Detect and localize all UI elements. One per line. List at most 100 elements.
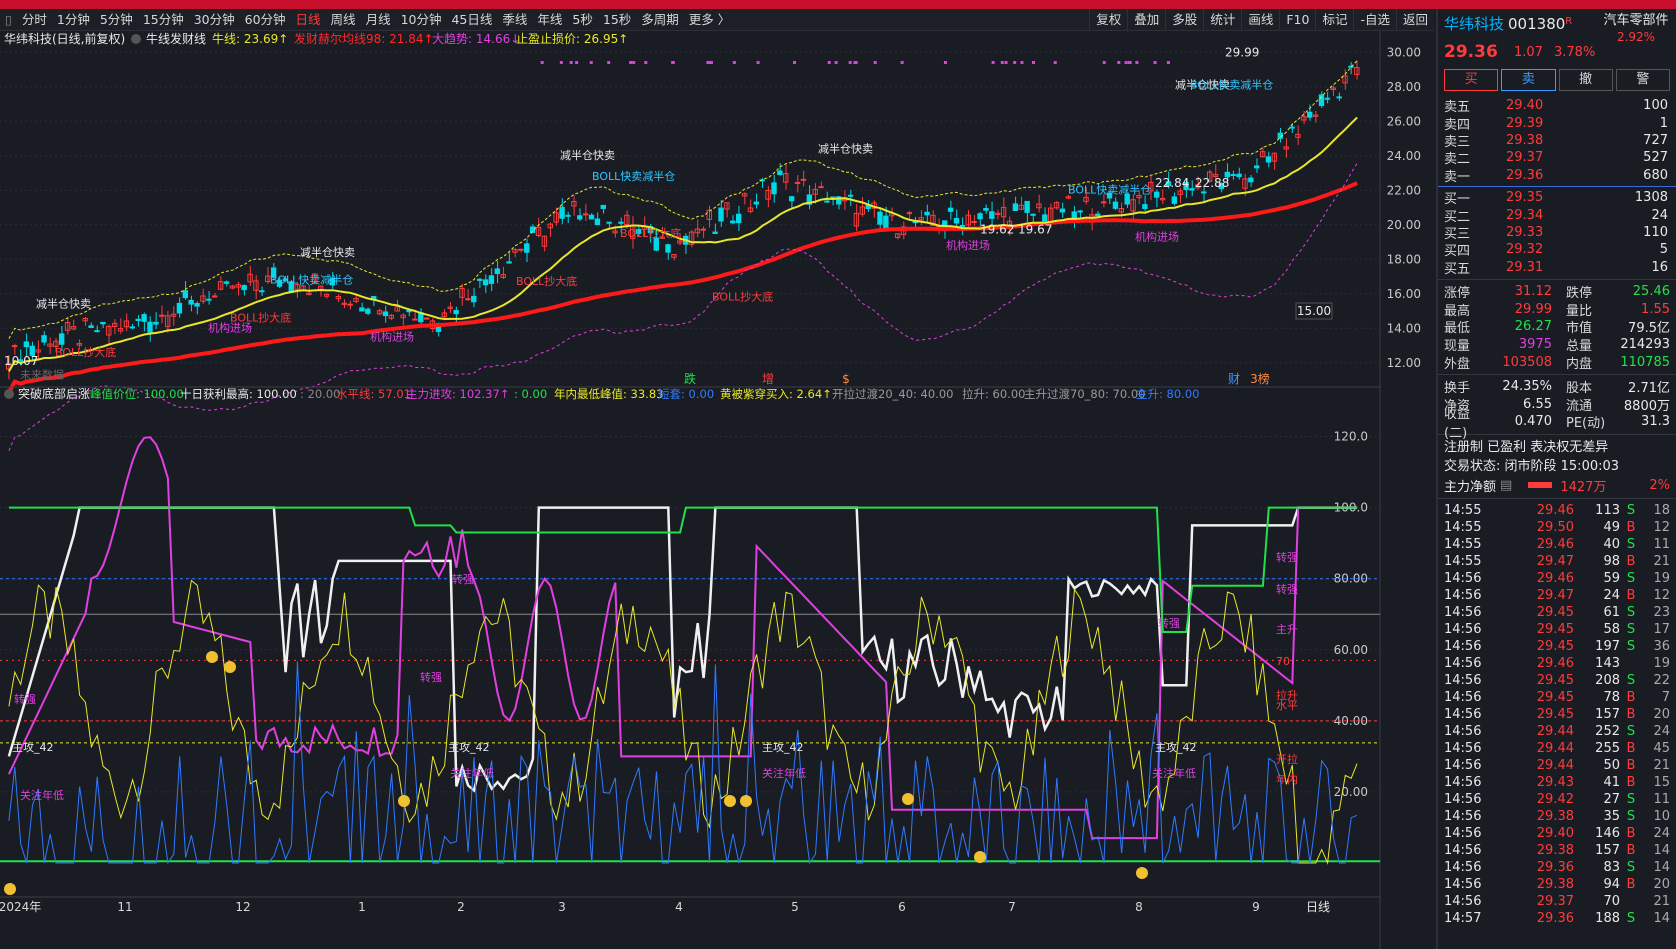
ob-level: 买一 — [1444, 192, 1471, 208]
period-tab[interactable]: 5秒 — [567, 9, 597, 31]
candle-body — [1030, 213, 1036, 216]
flow-toggle-icon[interactable]: ▤ — [1500, 478, 1512, 493]
kline-chart-svg[interactable]: 30.00 28.00 26.00 24.00 22.00 20.00 18.00 16.00… — [0, 31, 1434, 949]
candle-body — [100, 321, 106, 325]
orderbook-row[interactable]: 卖三 29.38 727 — [1438, 132, 1676, 150]
sub-legend-item: 黄被紫穿买入: 2.64↑ — [720, 387, 832, 401]
trade-side: S — [1626, 570, 1636, 586]
trade-time: 14:55 — [1444, 536, 1482, 552]
orderbook-row[interactable]: 买二 29.34 24 — [1438, 206, 1676, 225]
period-tab[interactable]: 季线 — [497, 9, 532, 31]
stat-value: 214293 — [1620, 336, 1670, 352]
industry-tag[interactable]: 汽车零部件 2.92% — [1602, 13, 1670, 45]
toolbar-action[interactable]: 返回 — [1395, 8, 1434, 31]
legend-item: 大趋势: 14.66↓ — [432, 32, 520, 46]
signal-dot — [848, 61, 852, 64]
sub-signal-label: 关注年低 — [1152, 766, 1196, 780]
period-tab[interactable]: 月线 — [361, 9, 396, 31]
stat-value: 6.55 — [1523, 396, 1552, 412]
orderbook-row[interactable]: 卖一 29.36 680 — [1438, 167, 1676, 185]
stat-value: 0.470 — [1514, 414, 1552, 430]
orderbook-row[interactable]: 卖五 29.40 100 — [1438, 97, 1676, 115]
stock-name[interactable]: 华纬科技 — [1444, 15, 1504, 33]
alert-button[interactable]: 警 — [1615, 69, 1670, 91]
menu-icon[interactable]: ▯ — [0, 9, 17, 31]
candle-body — [194, 302, 200, 307]
stat-value: 1.55 — [1641, 301, 1670, 317]
trade-row: 14:55 29.50 49 B 12 — [1438, 519, 1676, 536]
trade-row: 14:56 29.38 94 B 20 — [1438, 876, 1676, 893]
toolbar-action[interactable]: 画线 — [1241, 8, 1279, 31]
trade-ticker[interactable]: 14:55 29.46 113 S 18 14:55 29.50 49 B 12 14:55 29.4… — [1438, 502, 1676, 927]
signal-dot — [540, 61, 544, 64]
period-tab[interactable]: 日线 — [291, 9, 326, 31]
signal-dot — [1053, 61, 1057, 64]
period-tab[interactable]: 年线 — [532, 9, 567, 31]
toolbar-action[interactable]: 统计 — [1203, 8, 1241, 31]
trade-count: 20 — [1653, 706, 1670, 722]
buy-button[interactable]: 买 — [1444, 69, 1499, 91]
period-tab[interactable]: 更多 〉 — [684, 9, 735, 31]
trade-side: B — [1626, 825, 1636, 841]
event-marker: 跌 — [684, 371, 696, 386]
period-tab[interactable]: 30分钟 — [189, 9, 240, 31]
sub-right-label: 年内 — [1276, 772, 1298, 786]
cancel-order-button[interactable]: 撤 — [1558, 69, 1613, 91]
y-tick-label: 28.00 — [1387, 80, 1421, 94]
period-toolbar: ▯ 分时 1分钟 5分钟 15分钟 30分钟 60分钟 日线 周线 月线 10分钟 45日线 季线 年线… — [0, 8, 1434, 31]
period-tab[interactable]: 45日线 — [446, 9, 497, 31]
trade-row: 14:56 29.45 197 S 36 — [1438, 638, 1676, 655]
candle-body — [141, 314, 147, 322]
signal-dot — [1135, 61, 1139, 64]
trade-row: 14:56 29.45 58 S 17 — [1438, 621, 1676, 638]
orderbook-row[interactable]: 卖二 29.37 527 — [1438, 149, 1676, 167]
chart-area[interactable]: 30.00 28.00 26.00 24.00 22.00 20.00 18.00 16.00… — [0, 31, 1434, 949]
candle-body — [777, 170, 783, 176]
trade-side: B — [1626, 876, 1636, 892]
signal-dot — [632, 61, 636, 64]
orderbook-row[interactable]: 买一 29.35 1308 — [1438, 189, 1676, 208]
candle-body — [1042, 214, 1048, 223]
trade-side: B — [1626, 587, 1636, 603]
stat-row: 涨停 31.12 跌停 25.46 — [1438, 283, 1676, 301]
sub-signal-label: 主攻_42 — [448, 740, 490, 754]
orderbook-row[interactable]: 买四 29.32 5 — [1438, 241, 1676, 259]
trade-time: 14:56 — [1444, 842, 1482, 858]
period-tab[interactable]: 10分钟 — [396, 9, 447, 31]
toolbar-action[interactable]: F10 — [1279, 8, 1315, 31]
toolbar-action[interactable]: 标记 — [1315, 8, 1353, 31]
sub-right-label: 转强 — [1276, 550, 1298, 564]
ob-volume: 24 — [1651, 207, 1668, 223]
period-tab[interactable]: 5分钟 — [95, 9, 138, 31]
trade-volume: 70 — [1603, 893, 1620, 909]
sub-right-label: 70 — [1276, 655, 1290, 668]
candle-body — [153, 321, 159, 325]
toolbar-action[interactable]: 多股 — [1165, 8, 1203, 31]
toolbar-action[interactable]: 复权 — [1089, 8, 1127, 31]
sub-y-tick: 20.00 — [1334, 785, 1368, 799]
candle-body — [600, 204, 606, 209]
candle-body — [1071, 211, 1077, 219]
trade-row: 14:56 29.40 146 B 24 — [1438, 825, 1676, 842]
candle-body — [594, 218, 601, 226]
sub-legend-item: 峰值价位: 100.00 — [90, 387, 184, 401]
period-tab[interactable]: 15秒 — [598, 9, 636, 31]
period-tab[interactable]: 周线 — [326, 9, 361, 31]
toolbar-action[interactable]: 叠加 — [1127, 8, 1165, 31]
period-tab[interactable]: 多周期 — [636, 9, 684, 31]
period-tab[interactable]: 60分钟 — [240, 9, 291, 31]
candle-body — [212, 295, 218, 298]
period-tab[interactable]: 分时 — [17, 9, 52, 31]
candle-body — [1077, 210, 1083, 213]
orderbook-row[interactable]: 买五 29.31 16 — [1438, 259, 1676, 277]
stats-grid: 涨停 31.12 跌停 25.46 最高 29.99 量比 1.55 最低 26.27 市值 79.5… — [1438, 283, 1676, 371]
orderbook-row[interactable]: 卖四 29.39 1 — [1438, 114, 1676, 133]
period-tab[interactable]: 15分钟 — [138, 9, 189, 31]
candle-body — [506, 261, 512, 264]
sub-right-label: 水平 — [1276, 699, 1298, 712]
toolbar-action[interactable]: -自选 — [1353, 8, 1396, 31]
orderbook-row[interactable]: 买三 29.33 110 — [1438, 224, 1676, 242]
period-tab[interactable]: 1分钟 — [52, 9, 95, 31]
sell-button[interactable]: 卖 — [1501, 69, 1556, 91]
candle-body — [94, 330, 100, 333]
